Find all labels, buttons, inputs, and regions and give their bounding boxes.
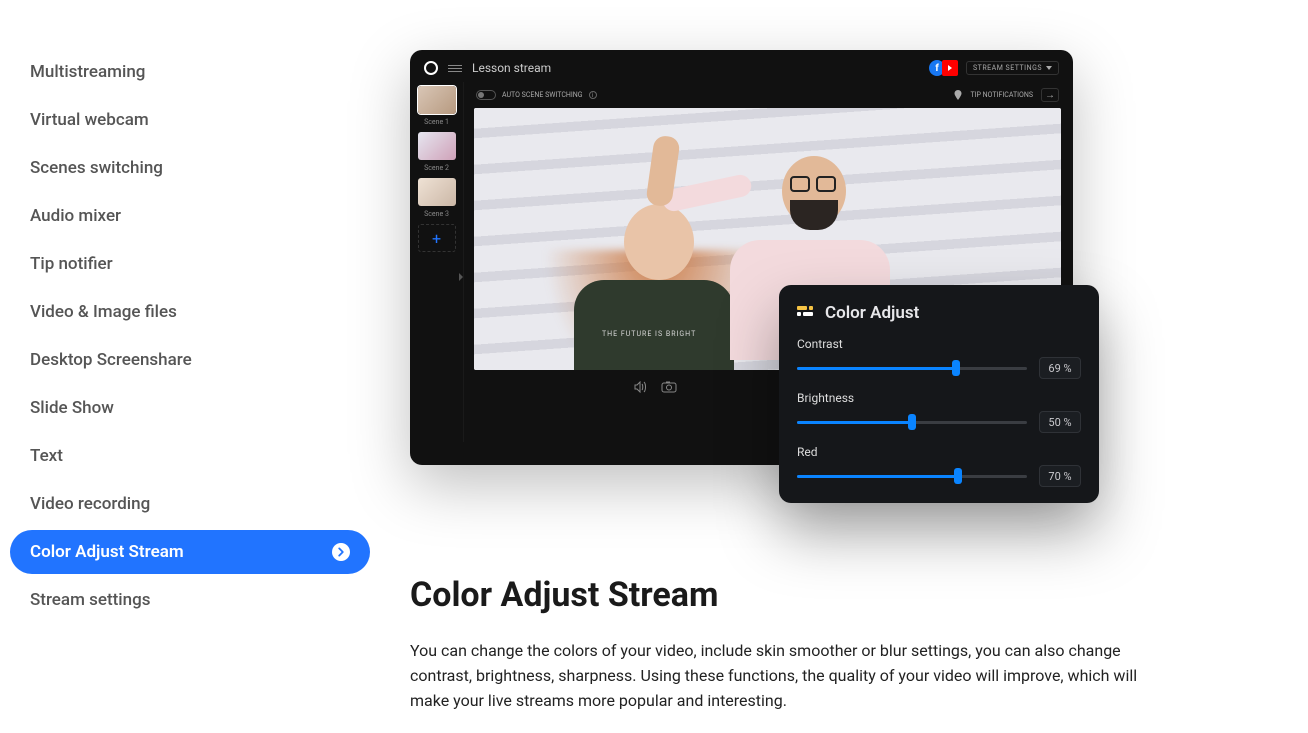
sidebar-item-label: Video & Image files (30, 302, 177, 322)
sidebar-item-color-adjust-stream[interactable]: Color Adjust Stream (10, 530, 370, 574)
sidebar-item-video-image-files[interactable]: Video & Image files (10, 290, 370, 334)
sidebar-item-label: Stream settings (30, 590, 150, 610)
sidebar-item-label: Multistreaming (30, 62, 145, 82)
stream-settings-dropdown[interactable]: STREAM SETTINGS (966, 61, 1059, 75)
slider-label: Brightness (797, 391, 1081, 405)
person-woman: THE FUTURE IS BRIGHT (574, 180, 744, 370)
page-heading: Color Adjust Stream (410, 575, 1288, 615)
chevron-down-icon (1046, 66, 1052, 70)
sidebar-item-audio-mixer[interactable]: Audio mixer (10, 194, 370, 238)
red-value: 70 % (1039, 465, 1081, 487)
feature-sidebar: Multistreaming Virtual webcam Scenes swi… (10, 50, 370, 713)
sidebar-item-label: Slide Show (30, 398, 114, 418)
brightness-value: 50 % (1039, 411, 1081, 433)
red-slider[interactable] (797, 475, 1027, 478)
scene-thumb-1[interactable] (418, 86, 456, 114)
auto-scene-label: AUTO SCENE SWITCHING (502, 91, 583, 99)
sidebar-item-virtual-webcam[interactable]: Virtual webcam (10, 98, 370, 142)
slider-label: Red (797, 445, 1081, 459)
shirt-text: THE FUTURE IS BRIGHT (602, 330, 696, 338)
app-logo-icon (424, 61, 438, 75)
brightness-slider[interactable] (797, 421, 1027, 424)
sidebar-item-video-recording[interactable]: Video recording (10, 482, 370, 526)
stream-title: Lesson stream (472, 61, 551, 75)
sidebar-item-label: Color Adjust Stream (30, 542, 184, 562)
app-titlebar: Lesson stream f STREAM SETTINGS (410, 50, 1073, 82)
auto-scene-toggle[interactable] (476, 90, 496, 100)
sidebar-item-scenes-switching[interactable]: Scenes switching (10, 146, 370, 190)
youtube-icon (942, 60, 958, 76)
sidebar-item-label: Desktop Screenshare (30, 350, 192, 370)
sidebar-item-label: Tip notifier (30, 254, 113, 274)
sidebar-item-stream-settings[interactable]: Stream settings (10, 578, 370, 622)
camera-icon[interactable] (660, 380, 678, 394)
tip-notifications-label: TIP NOTIFICATIONS (970, 91, 1033, 99)
sidebar-item-label: Video recording (30, 494, 150, 514)
pin-icon (954, 90, 962, 100)
add-scene-button[interactable]: + (418, 224, 456, 252)
content-area: Lesson stream f STREAM SETTINGS Scene 1 … (410, 50, 1288, 713)
sidebar-item-tip-notifier[interactable]: Tip notifier (10, 242, 370, 286)
slider-contrast: Contrast 69 % (797, 337, 1081, 379)
stream-settings-label: STREAM SETTINGS (973, 64, 1042, 72)
color-adjust-panel: Color Adjust Contrast 69 % Brightness 50… (779, 285, 1099, 503)
chevron-right-icon (332, 543, 350, 561)
scene-thumb-2[interactable] (418, 132, 456, 160)
color-panel-title: Color Adjust (825, 303, 919, 323)
sidebar-item-desktop-screenshare[interactable]: Desktop Screenshare (10, 338, 370, 382)
contrast-slider[interactable] (797, 367, 1027, 370)
sliders-icon (797, 306, 815, 320)
sidebar-item-label: Virtual webcam (30, 110, 149, 130)
sidebar-item-text[interactable]: Text (10, 434, 370, 478)
slider-red: Red 70 % (797, 445, 1081, 487)
social-destinations[interactable]: f (929, 60, 958, 76)
sidebar-item-label: Scenes switching (30, 158, 163, 178)
menu-icon[interactable] (448, 65, 462, 72)
app-window-screenshot: Lesson stream f STREAM SETTINGS Scene 1 … (410, 50, 1073, 465)
speaker-icon[interactable] (632, 380, 650, 394)
page-description: You can change the colors of your video,… (410, 639, 1140, 713)
scenes-sidebar: Scene 1 Scene 2 Scene 3 + (410, 82, 464, 442)
scene-label: Scene 2 (424, 164, 449, 172)
slider-brightness: Brightness 50 % (797, 391, 1081, 433)
scene-label: Scene 3 (424, 210, 449, 218)
sidebar-item-multistreaming[interactable]: Multistreaming (10, 50, 370, 94)
sidebar-item-label: Audio mixer (30, 206, 121, 226)
sidebar-item-label: Text (30, 446, 63, 466)
scene-label: Scene 1 (424, 118, 449, 126)
expand-button[interactable]: → (1041, 88, 1059, 102)
slider-label: Contrast (797, 337, 1081, 351)
sidebar-item-slide-show[interactable]: Slide Show (10, 386, 370, 430)
scene-thumb-3[interactable] (418, 178, 456, 206)
contrast-value: 69 % (1039, 357, 1081, 379)
info-icon[interactable]: i (589, 91, 597, 99)
